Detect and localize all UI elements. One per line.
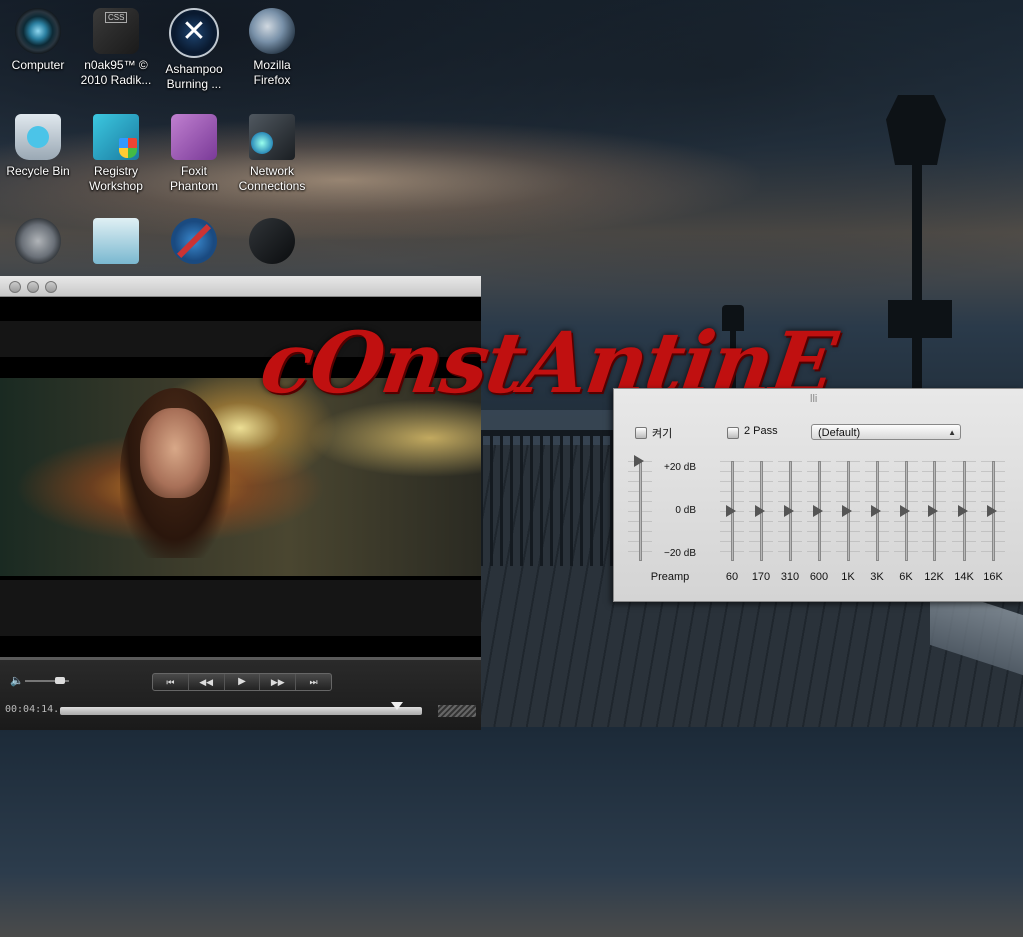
player-controls: 🔈 ⏮ ◀◀ ▶ ▶▶ ⏭ 00:04:14... bbox=[0, 657, 481, 730]
admin-tools-icon bbox=[15, 218, 61, 264]
slider-knob[interactable] bbox=[755, 505, 765, 517]
seek-bar[interactable] bbox=[60, 707, 422, 715]
slider-knob[interactable] bbox=[634, 455, 644, 467]
eq-band-slider-170[interactable] bbox=[749, 461, 773, 561]
wallpaper-railing bbox=[480, 430, 620, 566]
slider-knob[interactable] bbox=[813, 505, 823, 517]
window-zoom-button[interactable] bbox=[45, 281, 57, 293]
preamp-slider[interactable] bbox=[628, 455, 652, 561]
desktop-icon-network-connections[interactable]: Network Connections bbox=[234, 114, 310, 194]
eq-band-label: 12K bbox=[924, 571, 944, 583]
eq-band-label: 6K bbox=[899, 571, 913, 583]
window-close-button[interactable] bbox=[9, 281, 21, 293]
desktop-icon-label: Network Connections bbox=[238, 164, 306, 193]
registry-workshop-icon bbox=[93, 114, 139, 160]
resize-grip[interactable] bbox=[438, 705, 476, 717]
eq-band-label: 1K bbox=[841, 571, 855, 583]
volume-icon[interactable]: 🔈 bbox=[10, 674, 24, 687]
control-row: 🔈 ⏮ ◀◀ ▶ ▶▶ ⏭ bbox=[0, 660, 481, 700]
computer-icon bbox=[15, 8, 61, 54]
slider-track[interactable] bbox=[639, 461, 642, 561]
eq-band-label: 3K bbox=[870, 571, 884, 583]
play-button[interactable]: ▶ bbox=[225, 674, 261, 690]
desktop-icon-admin-tools[interactable] bbox=[0, 218, 76, 264]
desktop-icon-recycle-bin[interactable]: Recycle Bin bbox=[0, 114, 76, 179]
desktop-icon-windows-tools[interactable] bbox=[156, 218, 232, 264]
select-arrows-icon: ▲ bbox=[948, 428, 956, 437]
eq-band-slider-60[interactable] bbox=[720, 461, 744, 561]
eq-band-label: 600 bbox=[809, 571, 829, 583]
slider-knob[interactable] bbox=[987, 505, 997, 517]
desktop-icon-label: Recycle Bin bbox=[6, 164, 70, 178]
seek-row: 00:04:14... bbox=[0, 702, 481, 730]
wallpaper-lamp-post bbox=[912, 150, 922, 410]
slider-knob[interactable] bbox=[958, 505, 968, 517]
eq-band-label: 310 bbox=[780, 571, 800, 583]
css-editor-icon bbox=[93, 8, 139, 54]
equalizer-panel: lli 켜기 2 Pass (Default) ▲ +20 dB 0 dB −2… bbox=[613, 388, 1023, 602]
desktop-icon-label: Registry Workshop bbox=[89, 164, 143, 193]
eq-band-label: 60 bbox=[725, 571, 739, 583]
firefox-icon bbox=[249, 8, 295, 54]
eq-band-slider-1K[interactable] bbox=[836, 461, 860, 561]
preset-select[interactable]: (Default) ▲ bbox=[811, 424, 961, 440]
desktop-icon-label: Mozilla Firefox bbox=[253, 58, 291, 87]
volume-slider-knob[interactable] bbox=[55, 677, 66, 684]
eq-band-slider-600[interactable] bbox=[807, 461, 831, 561]
slider-knob[interactable] bbox=[928, 505, 938, 517]
preamp-label: Preamp bbox=[650, 571, 690, 583]
player-titlebar[interactable] bbox=[0, 276, 481, 297]
eq-band-slider-14K[interactable] bbox=[952, 461, 976, 561]
two-pass-checkbox[interactable] bbox=[727, 427, 739, 439]
desktop-icon-label: Computer bbox=[11, 58, 65, 72]
desktop-icon-registry-image[interactable] bbox=[78, 218, 154, 264]
desktop-icon-firefox[interactable]: Mozilla Firefox bbox=[234, 8, 310, 88]
skip-forward-button[interactable]: ⏭ bbox=[296, 674, 331, 690]
video-subject-face bbox=[140, 408, 210, 498]
desktop-icon-label: Ashampoo Burning ... bbox=[165, 62, 223, 91]
eq-band-label: 16K bbox=[983, 571, 1003, 583]
preset-value: (Default) bbox=[818, 427, 861, 439]
eq-band-slider-3K[interactable] bbox=[865, 461, 889, 561]
equalizer-title: lli bbox=[810, 393, 818, 405]
seek-thumb[interactable] bbox=[390, 702, 403, 710]
eq-band-slider-12K[interactable] bbox=[922, 461, 946, 561]
ashampoo-icon: ✕ bbox=[169, 8, 219, 58]
desktop-icon-css-editor[interactable]: n0ak95™ © 2010 Radik... bbox=[78, 8, 154, 88]
enable-label: 켜기 bbox=[652, 428, 673, 440]
enable-checkbox[interactable] bbox=[635, 427, 647, 439]
fast-forward-button[interactable]: ▶▶ bbox=[260, 674, 297, 690]
eq-band-label: 14K bbox=[954, 571, 974, 583]
wallpaper-lamp-sign bbox=[888, 300, 952, 338]
transport-buttons: ⏮ ◀◀ ▶ ▶▶ ⏭ bbox=[152, 673, 332, 691]
control-panel-icon bbox=[249, 218, 295, 264]
desktop-icon-control-panel[interactable] bbox=[234, 218, 310, 264]
windows-tools-icon bbox=[171, 218, 217, 264]
desktop-icon-ashampoo[interactable]: ✕ Ashampoo Burning ... bbox=[156, 8, 232, 92]
letterbox-bottom bbox=[0, 580, 481, 636]
two-pass-label: 2 Pass bbox=[744, 425, 778, 437]
eq-band-slider-310[interactable] bbox=[778, 461, 802, 561]
registry-image-icon bbox=[93, 218, 139, 264]
skip-back-button[interactable]: ⏮ bbox=[153, 674, 189, 690]
slider-knob[interactable] bbox=[871, 505, 881, 517]
desktop-icon-label: Foxit Phantom bbox=[169, 164, 219, 193]
eq-band-slider-6K[interactable] bbox=[894, 461, 918, 561]
slider-knob[interactable] bbox=[900, 505, 910, 517]
eq-band-slider-16K[interactable] bbox=[981, 461, 1005, 561]
network-connections-icon bbox=[249, 114, 295, 160]
foxit-icon bbox=[171, 114, 217, 160]
slider-knob[interactable] bbox=[842, 505, 852, 517]
recycle-bin-icon bbox=[15, 114, 61, 160]
desktop-icon-label: n0ak95™ © 2010 Radik... bbox=[80, 58, 152, 87]
rewind-button[interactable]: ◀◀ bbox=[189, 674, 225, 690]
eq-band-label: 170 bbox=[751, 571, 771, 583]
slider-knob[interactable] bbox=[784, 505, 794, 517]
desktop-icon-computer[interactable]: Computer bbox=[0, 8, 76, 73]
window-minimize-button[interactable] bbox=[27, 281, 39, 293]
slider-knob[interactable] bbox=[726, 505, 736, 517]
desktop-icon-foxit[interactable]: Foxit Phantom bbox=[156, 114, 232, 194]
desktop-icon-registry-workshop[interactable]: Registry Workshop bbox=[78, 114, 154, 194]
